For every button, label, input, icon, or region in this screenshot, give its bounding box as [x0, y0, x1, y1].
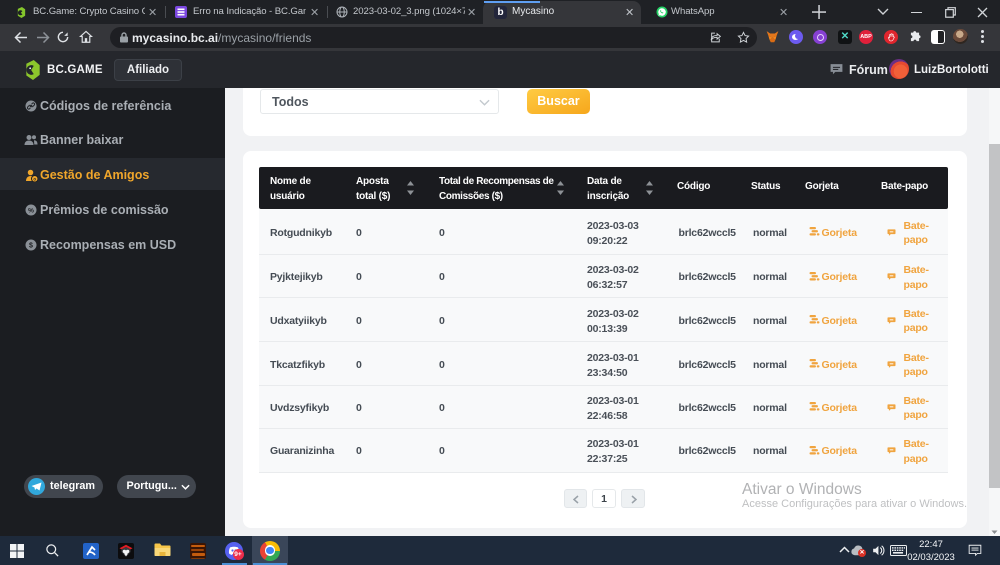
svg-text:%: %	[28, 207, 34, 214]
svg-text:o: o	[33, 177, 36, 182]
svg-text:$: $	[29, 243, 33, 250]
